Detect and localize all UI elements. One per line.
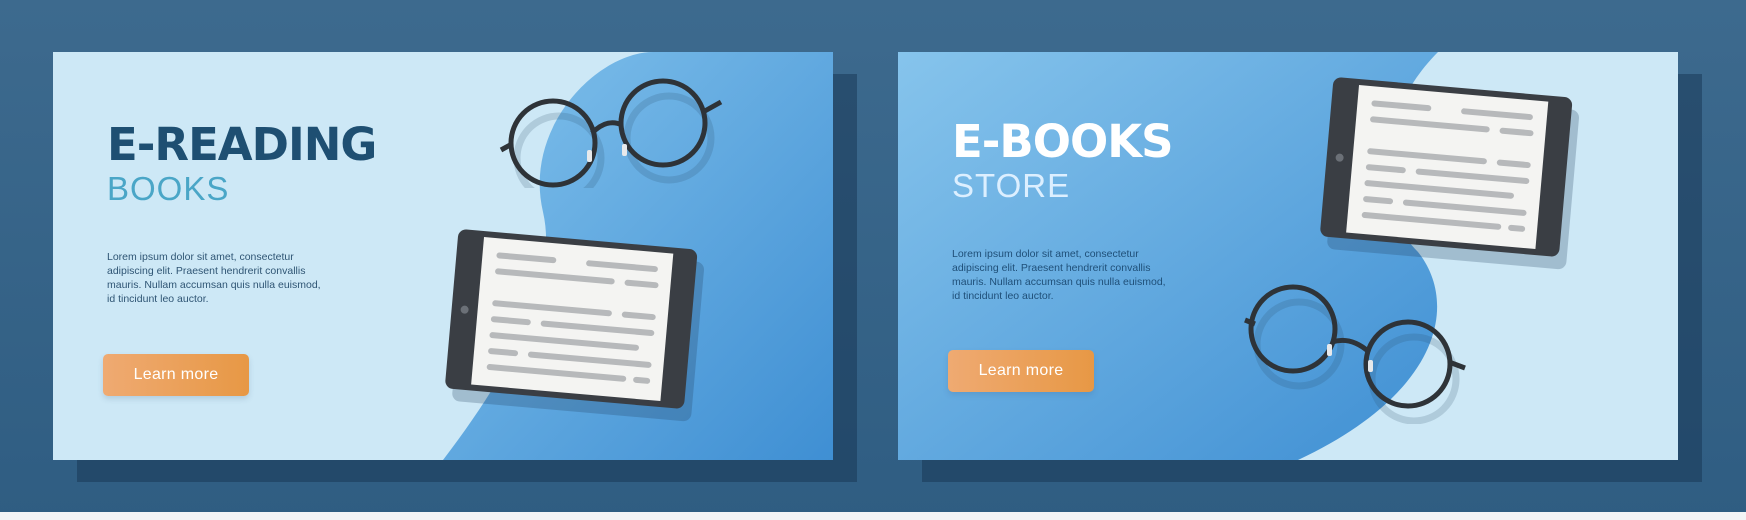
banner-text-block: E-READING BOOKS Lorem ipsum dolor sit am…: [107, 118, 377, 317]
banner-title: E-READING: [107, 118, 377, 171]
banner-subtitle: BOOKS: [107, 170, 230, 207]
learn-more-button[interactable]: Learn more: [103, 354, 249, 396]
banner-description: Lorem ipsum dolor sit amet, consectetur …: [107, 251, 321, 305]
banner-card: E-BOOKS STORE Lorem ipsum dolor sit amet…: [898, 52, 1678, 460]
banner-e-books: E-BOOKS STORE Lorem ipsum dolor sit amet…: [898, 52, 1702, 482]
banner-title: E-BOOKS: [952, 115, 1174, 168]
banner-e-reading: E-READING BOOKS Lorem ipsum dolor sit am…: [53, 52, 857, 482]
banner-text-block: E-BOOKS STORE Lorem ipsum dolor sit amet…: [952, 117, 1192, 314]
reading-glasses-icon: [1244, 284, 1466, 424]
bottom-strip: [0, 512, 1746, 520]
learn-more-button[interactable]: Learn more: [948, 350, 1094, 392]
reading-glasses-icon: [499, 78, 723, 188]
banner-description: Lorem ipsum dolor sit amet, consectetur …: [952, 248, 1166, 302]
banner-card: E-READING BOOKS Lorem ipsum dolor sit am…: [53, 52, 833, 460]
banner-subtitle: STORE: [952, 167, 1071, 204]
tablet-icon: [445, 229, 704, 422]
tablet-icon: [1320, 77, 1579, 270]
